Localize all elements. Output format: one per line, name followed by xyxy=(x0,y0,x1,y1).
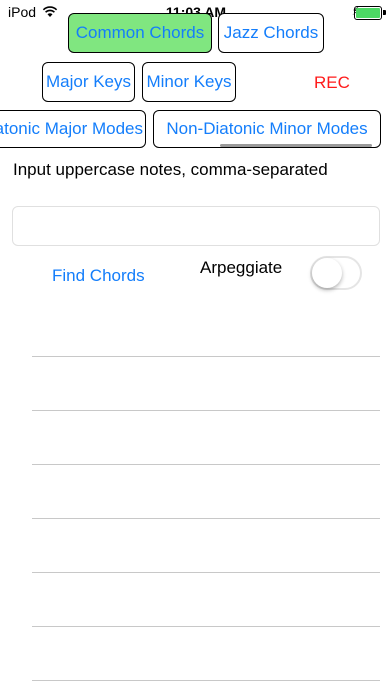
tab-minor-keys[interactable]: Minor Keys xyxy=(142,62,236,102)
list-row-separator xyxy=(32,680,380,681)
list-row-separator xyxy=(32,626,380,627)
battery-icon xyxy=(354,6,382,20)
tab-non-diatonic-minor-modes[interactable]: Non-Diatonic Minor Modes xyxy=(153,110,381,148)
list-row-separator xyxy=(32,410,380,411)
tab-major-keys[interactable]: Major Keys xyxy=(42,62,135,102)
list-row-separator xyxy=(32,572,380,573)
list-row-separator xyxy=(32,356,380,357)
tab-jazz-chords[interactable]: Jazz Chords xyxy=(218,13,324,53)
find-chords-button[interactable]: Find Chords xyxy=(52,266,145,286)
instruction-label: Input uppercase notes, comma-separated xyxy=(13,160,328,179)
toggle-knob xyxy=(312,258,342,288)
list-row-separator xyxy=(32,518,380,519)
rec-button[interactable]: REC xyxy=(314,73,350,93)
tab-common-chords[interactable]: Common Chords xyxy=(68,13,212,53)
arpeggiate-toggle[interactable] xyxy=(310,256,362,290)
list-row-separator xyxy=(32,464,380,465)
tab-diatonic-major-modes[interactable]: Diatonic Major Modes xyxy=(0,110,146,148)
battery-tip xyxy=(383,10,386,15)
notes-input[interactable] xyxy=(12,206,380,246)
horizontal-scroll-indicator[interactable] xyxy=(220,144,372,147)
arpeggiate-label: Arpeggiate xyxy=(200,258,283,277)
